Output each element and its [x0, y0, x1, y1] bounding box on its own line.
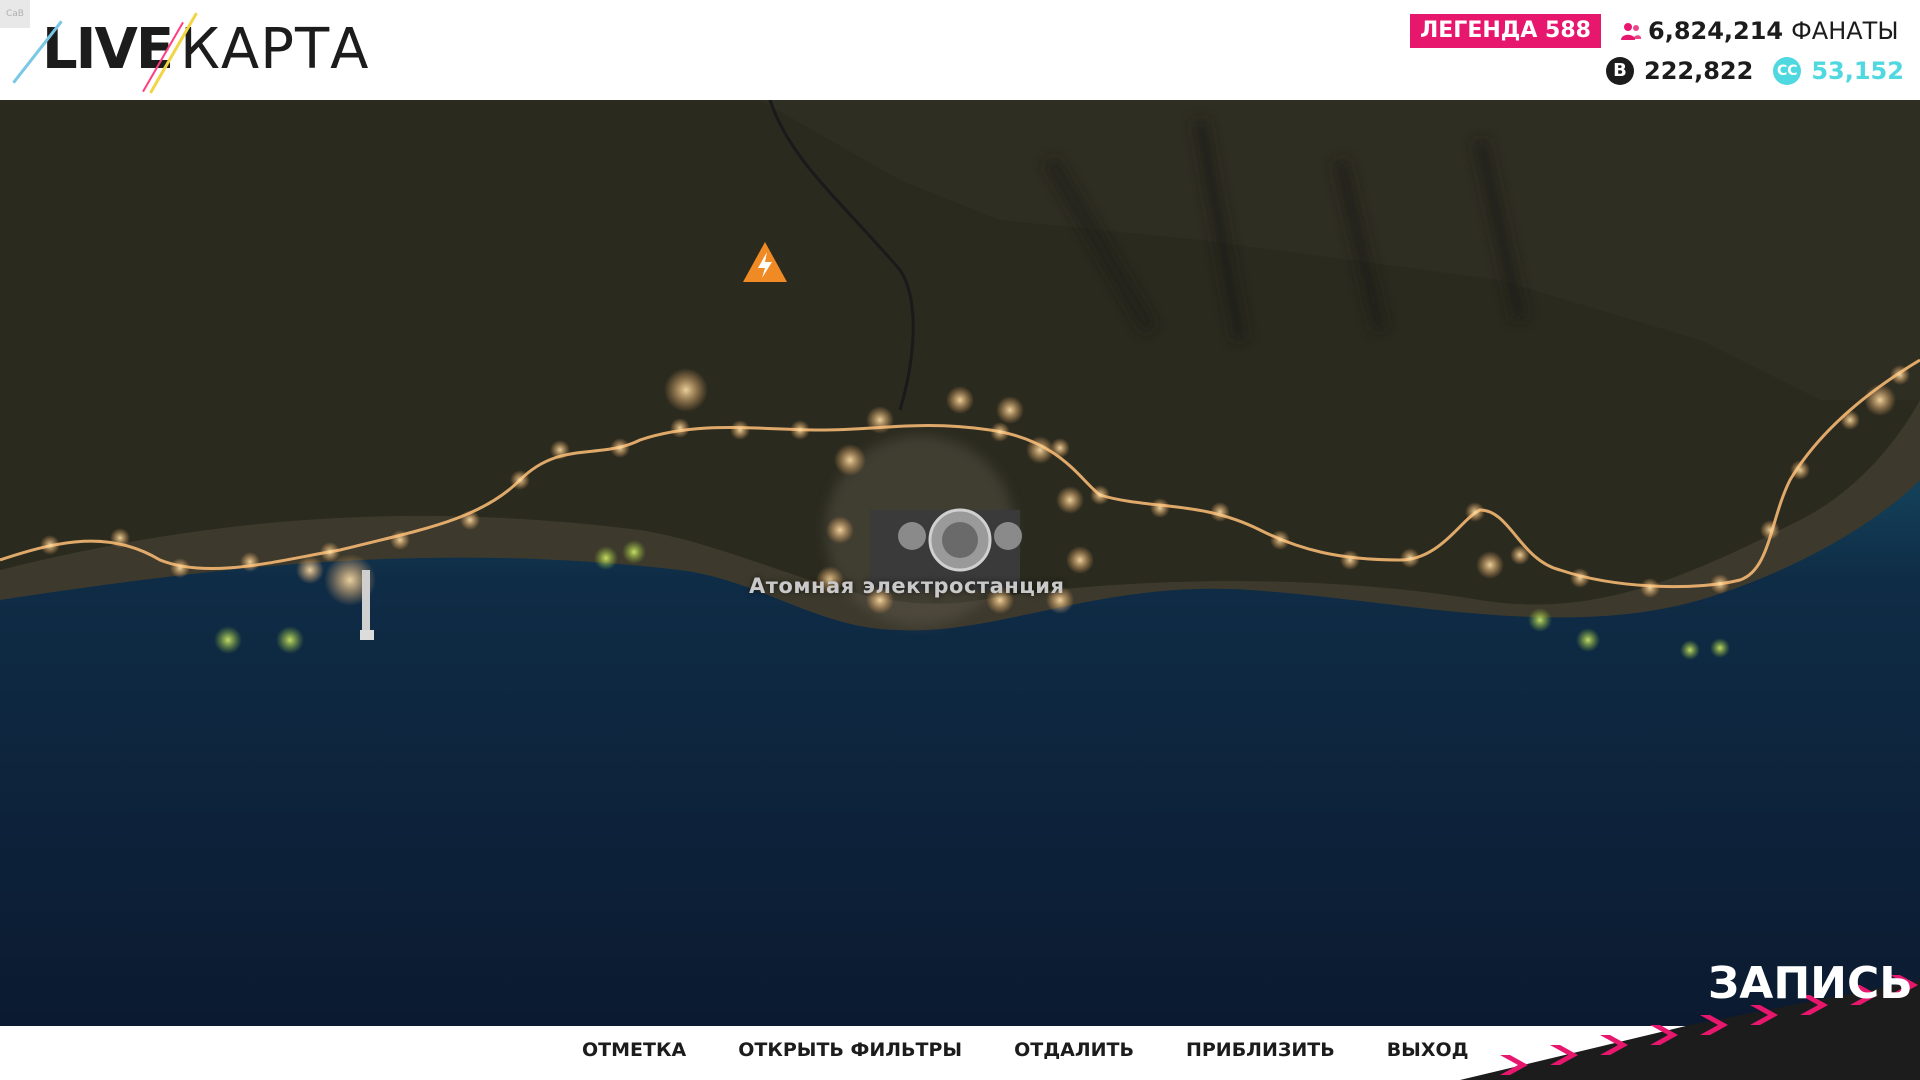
top-bar: CaB LIVE КАРТА ЛЕГЕНДА 588 6,824,214 ФАН…	[0, 0, 1920, 100]
logo-map-text: КАРТА	[180, 16, 370, 82]
map-terrain[interactable]	[0, 100, 1920, 1026]
bottom-menu: ОТМЕТКА ОТКРЫТЬ ФИЛЬТРЫ ОТДАЛИТЬ ПРИБЛИЗ…	[582, 1026, 1521, 1074]
skill-points-value: 53,152	[1811, 57, 1904, 85]
legend-badge: ЛЕГЕНДА 588	[1410, 14, 1601, 48]
fans-icon	[1621, 23, 1642, 40]
fans-counter: 6,824,214 ФАНАТЫ	[1620, 14, 1899, 48]
zoom-out-button[interactable]: ОТДАЛИТЬ	[1014, 1039, 1134, 1061]
zoom-in-button[interactable]: ПРИБЛИЗИТЬ	[1186, 1039, 1335, 1061]
record-label: ЗАПИСЬ	[1708, 958, 1913, 1009]
power-station-icon[interactable]	[740, 238, 790, 288]
world-map[interactable]: Атомная электростанция	[0, 100, 1920, 1026]
mark-button[interactable]: ОТМЕТКА	[582, 1039, 686, 1061]
corner-tag: CaB	[0, 0, 30, 28]
location-label: Атомная электростанция	[749, 574, 1065, 598]
open-filters-button[interactable]: ОТКРЫТЬ ФИЛЬТРЫ	[738, 1039, 962, 1061]
currency-row: B 222,822 CC 53,152	[1606, 54, 1904, 88]
fans-label: ФАНАТЫ	[1791, 17, 1899, 45]
credits-value: 222,822	[1644, 57, 1754, 85]
credits-icon: B	[1606, 57, 1634, 85]
logo-live: LIVE	[12, 11, 198, 94]
exit-button[interactable]: ВЫХОД	[1387, 1039, 1469, 1061]
fans-count: 6,824,214	[1648, 17, 1784, 45]
skill-points-icon: CC	[1773, 57, 1802, 85]
livemap-logo: LIVE КАРТА	[12, 11, 370, 94]
